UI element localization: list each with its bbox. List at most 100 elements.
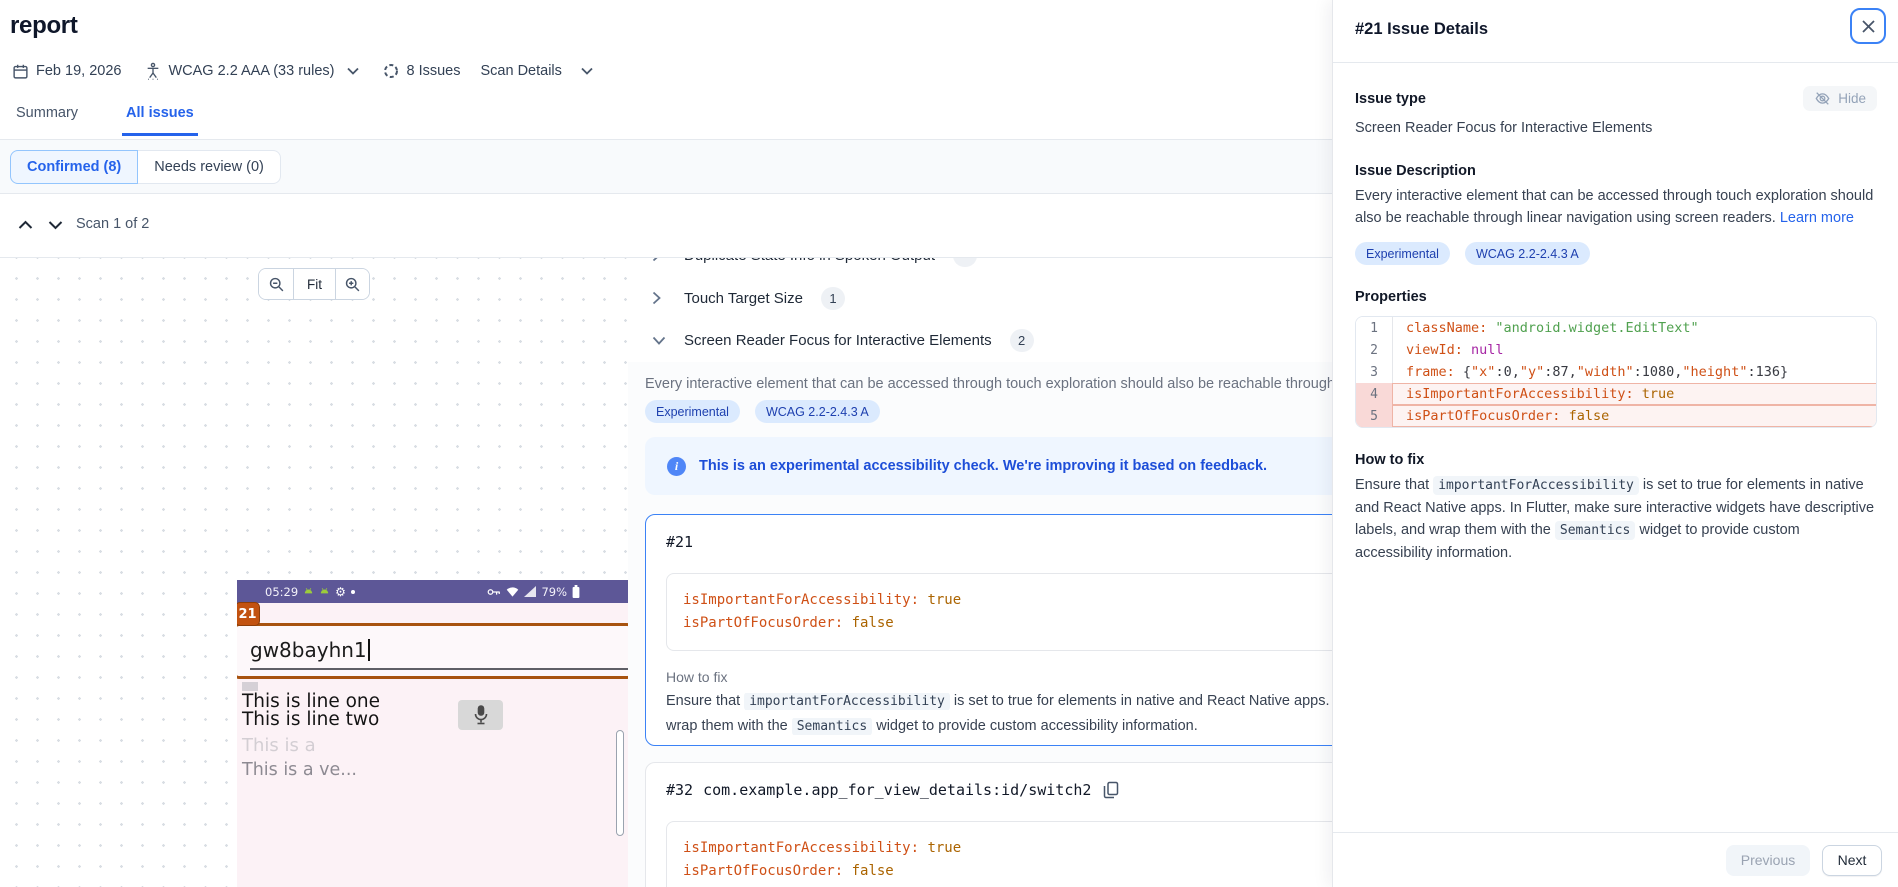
- code-line: frame: {"x":0, "y":87, "width":1080, "heigh…: [1406, 364, 1789, 380]
- next-issue-button[interactable]: Next: [1822, 844, 1882, 876]
- code-line: viewId: null: [1406, 342, 1504, 358]
- text-cursor: [367, 639, 370, 661]
- drawer-footer: Previous Next: [1333, 832, 1898, 887]
- properties-label: Properties: [1355, 289, 1427, 305]
- wcag-ruleset-dropdown[interactable]: WCAG 2.2 AAA (33 rules): [145, 62, 360, 80]
- code-line: isImportantForAccessibility: true: [1406, 386, 1675, 402]
- status-time: 05:29: [265, 584, 299, 599]
- how-to-fix-text: Ensure that importantForAccessibility is…: [1355, 476, 1875, 561]
- section-count-badge: [953, 258, 977, 267]
- previous-scan-button[interactable]: [10, 210, 40, 240]
- issue-details-drawer: #21 Issue Details Issue type Hide Screen…: [1332, 0, 1898, 887]
- experimental-badge: Experimental: [1355, 242, 1450, 265]
- wcag-badge: WCAG 2.2-2.4.3 A: [1464, 242, 1590, 265]
- two-line-text: This is line one This is line two: [242, 691, 381, 730]
- drawer-badges: Experimental WCAG 2.2-2.4.3 A: [1355, 242, 1877, 265]
- section-count-badge: 1: [820, 286, 845, 310]
- settings-gear-icon: ⚙: [335, 584, 346, 599]
- scan-details-label: Scan Details: [480, 63, 562, 79]
- section-count-badge: 2: [1009, 328, 1034, 352]
- scan-details-dropdown[interactable]: Scan Details: [480, 63, 593, 79]
- chevron-down-icon: [581, 67, 593, 75]
- drawer-header: #21 Issue Details: [1333, 0, 1898, 63]
- issue-type-label: Issue type: [1355, 90, 1426, 107]
- how-to-fix-label: How to fix: [1355, 452, 1425, 468]
- tab-all-issues[interactable]: All issues: [122, 101, 198, 136]
- code-line: className: "android.widget.EditText": [1406, 320, 1699, 336]
- line-number: 4: [1356, 383, 1393, 405]
- dashed-circle-icon: [383, 63, 399, 79]
- inline-code: importantForAccessibility: [744, 693, 950, 710]
- hide-issue-button[interactable]: Hide: [1803, 86, 1877, 111]
- experimental-badge: Experimental: [645, 400, 740, 423]
- wcag-badge: WCAG 2.2-2.4.3 A: [754, 400, 880, 423]
- battery-icon: [572, 585, 580, 598]
- line-number: 1: [1356, 317, 1393, 339]
- learn-more-link[interactable]: Learn more: [1780, 210, 1854, 226]
- signal-icon: [524, 586, 537, 597]
- viewer-scrollbar-thumb[interactable]: [616, 730, 624, 836]
- chevron-right-icon: [652, 291, 668, 305]
- issue-count-label: 8 Issues: [406, 63, 461, 79]
- scan-position-label: Scan 1 of 2: [76, 216, 150, 232]
- wifi-icon: [506, 586, 519, 597]
- report-meta-row: Feb 19, 2026 WCAG 2.2 AAA (33 rules) 8 I…: [12, 62, 593, 80]
- issue-description-text: Every interactive element that can be ac…: [1355, 188, 1874, 226]
- section-label: Screen Reader Focus for Interactive Elem…: [684, 331, 992, 349]
- properties-line: 1 className: "android.widget.EditText": [1356, 317, 1876, 339]
- notification-dot-icon: [350, 589, 355, 594]
- zoom-in-button[interactable]: [335, 269, 369, 299]
- inline-code: Semantics: [791, 718, 873, 735]
- section-label: Touch Target Size: [684, 289, 803, 307]
- device-screenshot[interactable]: 05:29 ⚙ 79% 21 gw8bayhn1 This is line on…: [237, 580, 628, 887]
- edittext-field: gw8bayhn1: [250, 638, 620, 662]
- scan-date: Feb 19, 2026: [12, 63, 121, 80]
- issue-type-value: Screen Reader Focus for Interactive Elem…: [1355, 120, 1653, 136]
- scan-date-label: Feb 19, 2026: [36, 63, 122, 79]
- key-icon: [487, 587, 501, 597]
- microphone-button: [458, 700, 503, 730]
- edittext-underline: [250, 668, 628, 670]
- filter-confirmed-button[interactable]: Confirmed (8): [10, 150, 139, 184]
- inline-code: importantForAccessibility: [1433, 476, 1639, 495]
- line-number: 5: [1356, 405, 1393, 427]
- previous-issue-button[interactable]: Previous: [1726, 844, 1810, 876]
- section-label: Duplicate State Info in Spoken Output: [684, 258, 935, 264]
- chevron-right-icon: [652, 258, 668, 262]
- line-number: 2: [1356, 339, 1393, 361]
- chevron-down-icon: [347, 67, 360, 75]
- app-window: report Feb 19, 2026 WCAG 2.2 AAA (33 rul…: [0, 0, 1898, 887]
- info-icon: i: [667, 456, 686, 476]
- issue-marker-badge[interactable]: 21: [237, 602, 260, 626]
- tab-summary[interactable]: Summary: [12, 101, 82, 136]
- zoom-toolbar: Fit: [258, 268, 370, 300]
- close-button[interactable]: [1850, 8, 1886, 44]
- issue-marker-region[interactable]: 21 gw8bayhn1: [237, 602, 628, 679]
- drawer-body: Issue type Hide Screen Reader Focus for …: [1355, 63, 1877, 564]
- truncated-text: This is a ve...: [242, 760, 357, 780]
- zoom-fit-button[interactable]: Fit: [293, 269, 335, 299]
- line-number: 3: [1356, 361, 1393, 383]
- drawer-title: #21 Issue Details: [1355, 20, 1488, 38]
- filter-needs-review-button[interactable]: Needs review (0): [138, 150, 281, 184]
- android-notification-icon: [319, 586, 330, 597]
- next-scan-button[interactable]: [40, 210, 70, 240]
- chevron-down-icon: [652, 336, 668, 345]
- calendar-icon: [12, 63, 29, 80]
- confirmation-segmented-control: Confirmed (8) Needs review (0): [10, 150, 281, 184]
- wcag-ruleset-label: WCAG 2.2 AAA (33 rules): [168, 63, 335, 79]
- properties-line-highlighted: 4 isImportantForAccessibility: true: [1356, 383, 1876, 405]
- zoom-out-button[interactable]: [259, 269, 293, 299]
- properties-editor[interactable]: 1 className: "android.widget.EditText" 2 vi…: [1355, 316, 1877, 428]
- issue-badges: Experimental WCAG 2.2-2.4.3 A: [645, 400, 880, 423]
- banner-text: This is an experimental accessibility ch…: [699, 458, 1268, 474]
- device-status-bar: 05:29 ⚙ 79%: [237, 580, 628, 603]
- issue-description-label: Issue Description: [1355, 163, 1476, 179]
- properties-line: 3 frame: {"x":0, "y":87, "width":1080, "heig…: [1356, 361, 1876, 383]
- page-title: report: [10, 12, 78, 39]
- copy-icon[interactable]: [1103, 781, 1119, 799]
- inline-code: Semantics: [1554, 521, 1636, 540]
- eye-off-icon: [1814, 91, 1831, 106]
- report-tabs: Summary All issues: [12, 101, 198, 136]
- hint-text: This is a: [242, 735, 316, 756]
